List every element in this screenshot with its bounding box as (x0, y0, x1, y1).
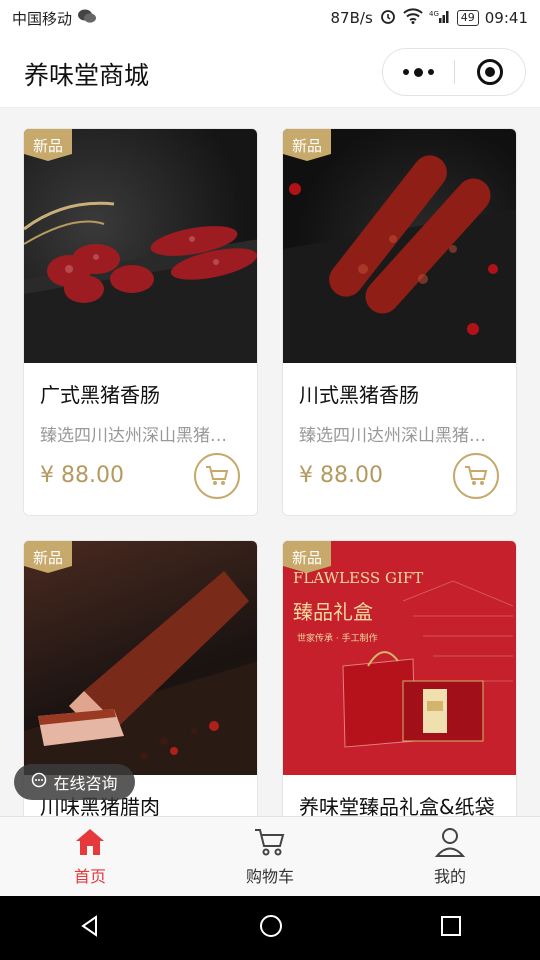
clock: 09:41 (484, 9, 528, 27)
product-image: 新品 (24, 129, 257, 363)
product-desc: 臻选四川达州深山黑猪… (40, 426, 227, 446)
network-speed: 87B/s (330, 9, 373, 27)
android-nav-bar (0, 896, 540, 960)
carrier: 中国移动 (12, 9, 73, 28)
product-card[interactable]: 新品 广式黑猪香肠 臻选四川达州深山黑猪… ¥ 88.00 (23, 128, 258, 516)
wechat-icon (78, 9, 97, 27)
cart-icon (255, 828, 285, 855)
product-desc: 臻选四川达州深山黑猪… (299, 426, 486, 446)
more-button[interactable] (383, 49, 454, 95)
user-icon (434, 827, 466, 857)
tab-home[interactable]: 首页 (0, 817, 180, 896)
signal-icon: 4G (429, 8, 451, 28)
cart-icon (465, 466, 488, 485)
chat-label: 在线咨询 (53, 774, 118, 793)
svg-text:4G: 4G (429, 10, 439, 18)
more-dots-icon (402, 67, 434, 77)
product-card[interactable]: 新品 川式黑猪香肠 臻选四川达州深山黑猪… ¥ 88.00 (282, 128, 517, 516)
app-header: 养味堂商城 (0, 36, 540, 108)
miniprogram-capsule (382, 48, 526, 96)
alarm-icon (379, 7, 397, 29)
product-name: 川式黑猪香肠 (299, 383, 419, 407)
tab-cart[interactable]: 购物车 (180, 817, 360, 896)
product-price: ¥ 88.00 (40, 463, 124, 488)
product-grid: 新品 广式黑猪香肠 臻选四川达州深山黑猪… ¥ 88.00 新品 川式黑猪香肠 … (0, 108, 540, 816)
add-to-cart-button[interactable] (194, 453, 240, 499)
page-title: 养味堂商城 (24, 61, 150, 90)
battery-icon: 49 (456, 10, 479, 26)
home-circle-icon[interactable] (259, 914, 283, 942)
close-button[interactable] (455, 49, 526, 95)
gift-subtitle: 臻品礼盒 (293, 600, 373, 624)
gift-title: FLAWLESS GIFT (293, 569, 423, 587)
back-icon[interactable] (78, 914, 102, 942)
tab-label: 首页 (73, 866, 106, 886)
tab-bar: 首页 购物车 我的 (0, 816, 540, 896)
online-consult-button[interactable]: 在线咨询 (14, 764, 135, 800)
status-bar: 中国移动 87B/s 4G 49 09:41 (0, 0, 540, 36)
product-name: 广式黑猪香肠 (40, 383, 160, 407)
close-target-icon (476, 59, 503, 85)
product-card[interactable]: FLAWLESS GIFT 臻品礼盒 世家传承 · 手工制作 新品 养味堂臻品礼… (282, 540, 517, 816)
recents-icon[interactable] (440, 915, 462, 941)
gift-tagline: 世家传承 · 手工制作 (297, 632, 378, 644)
product-image: 新品 (283, 129, 516, 363)
tab-profile[interactable]: 我的 (360, 817, 540, 896)
chat-bubble-icon (31, 772, 47, 792)
add-to-cart-button[interactable] (453, 453, 499, 499)
product-image: FLAWLESS GIFT 臻品礼盒 世家传承 · 手工制作 新品 (283, 541, 516, 775)
product-image: 新品 (24, 541, 257, 775)
product-price: ¥ 88.00 (299, 463, 383, 488)
tab-label: 购物车 (245, 866, 294, 886)
product-name: 养味堂臻品礼盒&纸袋 (299, 795, 495, 816)
wifi-icon (403, 8, 423, 28)
home-icon (76, 828, 104, 855)
cart-icon (206, 466, 229, 485)
tab-label: 我的 (433, 866, 466, 886)
